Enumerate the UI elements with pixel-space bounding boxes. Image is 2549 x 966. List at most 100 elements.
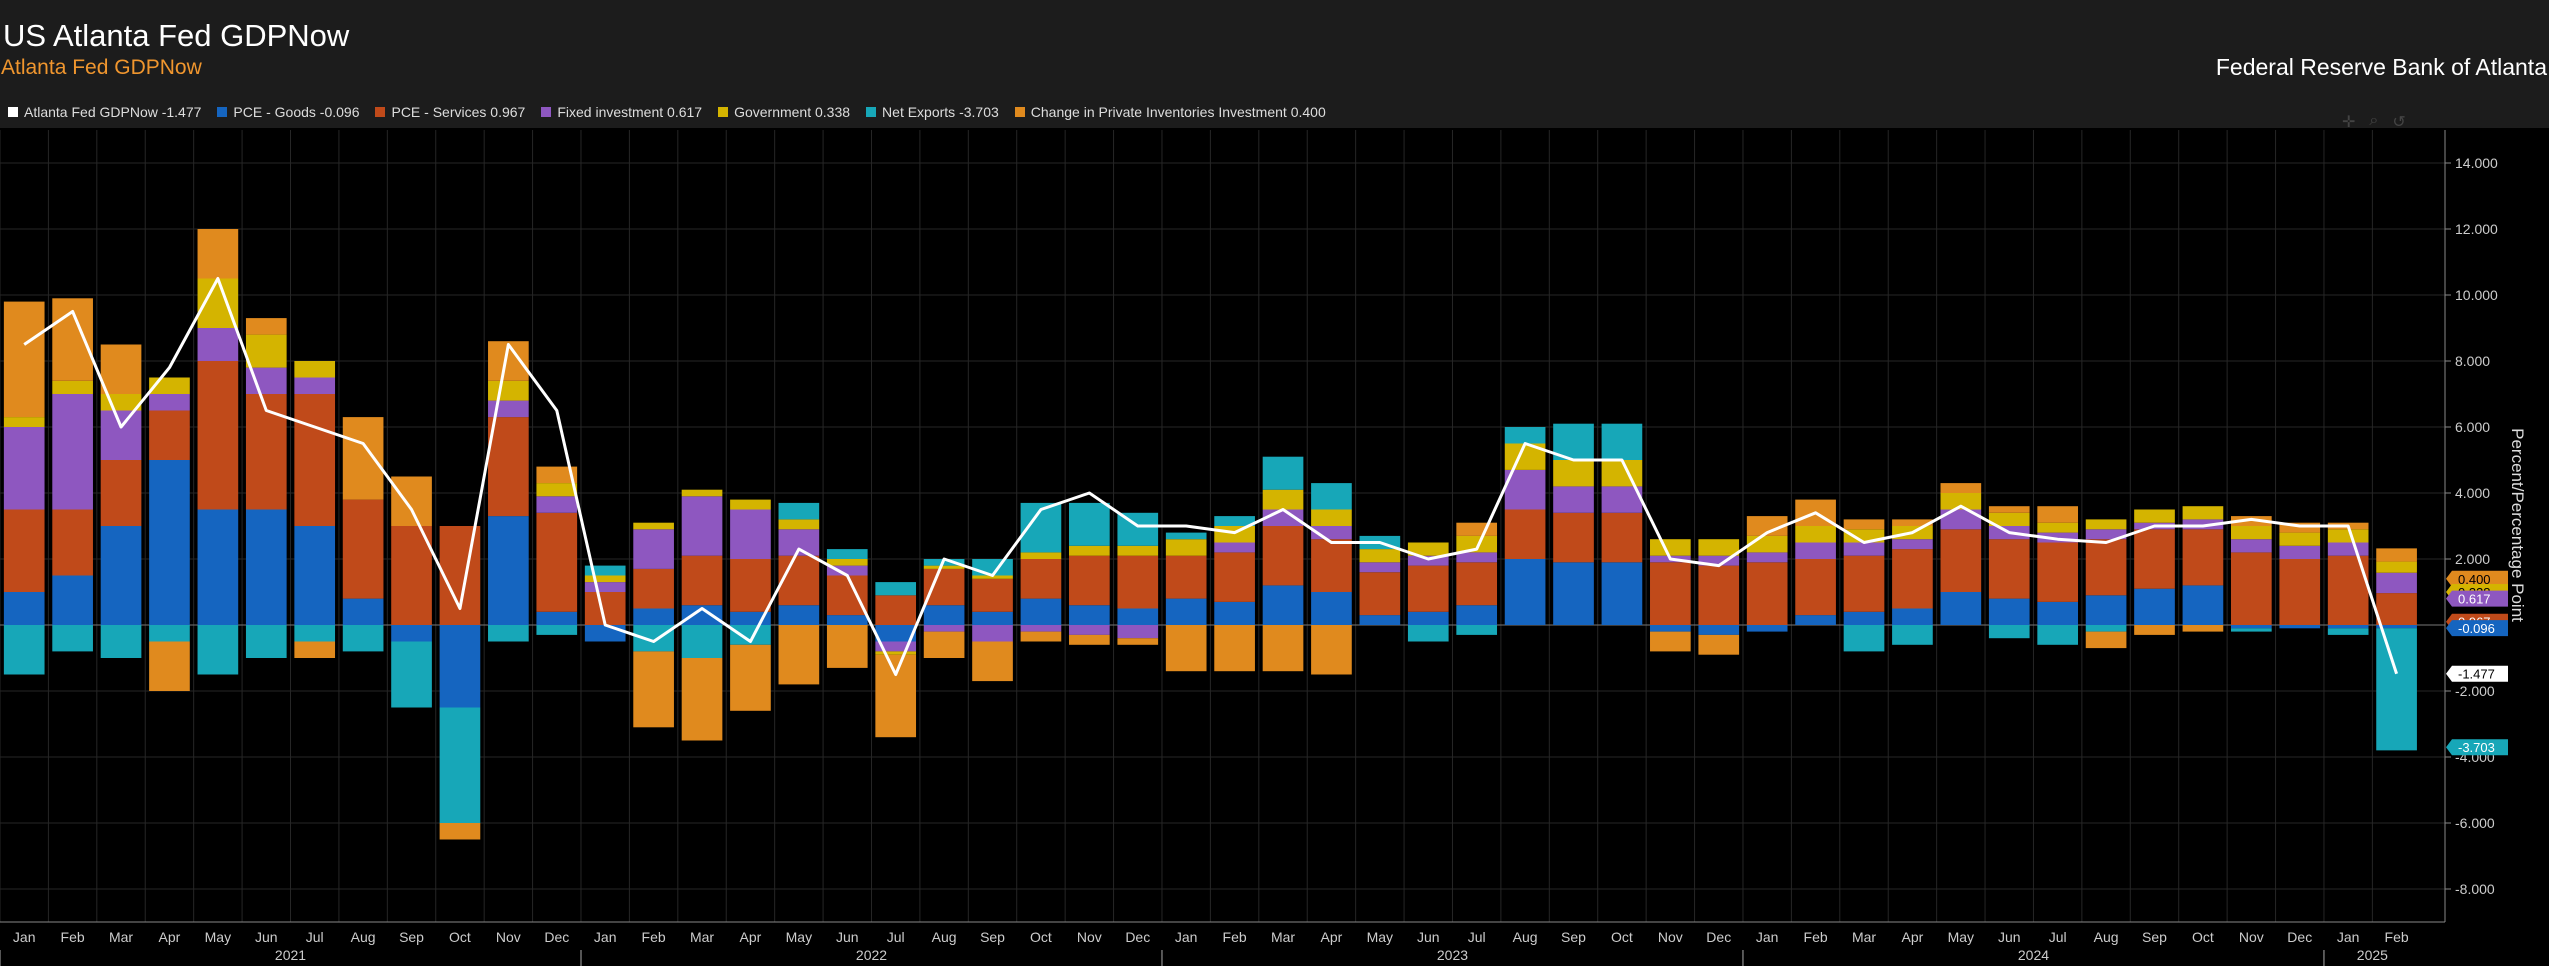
bar-segment	[149, 460, 190, 625]
x-tick-label: Jul	[306, 929, 324, 945]
bar-segment	[1214, 552, 1255, 602]
bar-segment	[1262, 489, 1304, 510]
y-tick-label: 4.000	[2455, 485, 2490, 501]
x-tick-label: Apr	[159, 929, 181, 945]
bar-segment	[2279, 625, 2321, 629]
bar-segment	[1843, 625, 1885, 652]
bar-segment	[1165, 539, 1207, 556]
bar-segment	[1165, 532, 1207, 540]
bar-segment	[52, 625, 93, 652]
bar-segment	[1746, 535, 1788, 553]
bar-segment	[1117, 545, 1159, 556]
bar-segment	[1940, 483, 1982, 493]
bar-segment	[875, 654, 917, 738]
bar-segment	[633, 608, 674, 625]
bar-segment	[2085, 595, 2127, 625]
value-flag-label: -3.703	[2458, 740, 2495, 755]
bar-segment	[1262, 585, 1304, 625]
x-tick-label: Jun	[836, 929, 859, 945]
bar-segment	[1117, 555, 1159, 609]
bar-segment	[294, 394, 336, 526]
bar-segment	[730, 509, 771, 559]
bar-segment	[536, 496, 578, 513]
bar-segment	[294, 377, 336, 394]
bar-segment	[826, 625, 868, 668]
bar-segment	[1407, 625, 1449, 642]
bar-segment	[1456, 625, 1498, 635]
bar-segment	[923, 565, 965, 569]
bar-segment	[52, 380, 93, 394]
bar-segment	[391, 476, 432, 526]
bar-segment	[2182, 585, 2224, 625]
bar-segment	[245, 318, 287, 335]
x-tick-label: Dec	[544, 929, 569, 945]
bar-segment	[294, 625, 336, 642]
bar-segment	[2327, 542, 2369, 556]
bar-segment	[1746, 562, 1788, 625]
bar-segment	[1214, 526, 1255, 543]
bar-segment	[488, 516, 529, 625]
bar-segment	[1262, 456, 1304, 490]
bar-segment	[1504, 509, 1546, 559]
bar-segment	[2134, 625, 2175, 635]
x-tick-label: Nov	[1077, 929, 1102, 945]
x-tick-label: Dec	[2287, 929, 2312, 945]
x-axis: Jan Feb Mar Apr May Jun Jul Aug Sep Oct Nov Dec Jan F…	[0, 921, 2445, 966]
y-tick-label: 10.000	[2455, 287, 2498, 303]
bar-segment	[1843, 555, 1885, 612]
bar-segment	[2182, 529, 2224, 586]
y-tick-label: 6.000	[2455, 419, 2490, 435]
gdpnow-chart: Jan Feb Mar Apr May Jun Jul Aug Sep Oct Nov Dec Jan F…	[0, 130, 2527, 966]
bar-segment	[1698, 634, 1740, 655]
y-tick-label: -8.000	[2455, 881, 2495, 897]
bar-segment	[52, 509, 93, 576]
bar-segment	[245, 625, 287, 658]
bar-segment	[3, 509, 45, 592]
bar-segment	[1407, 565, 1449, 612]
bar-segment	[1069, 605, 1110, 625]
bar-segment	[1359, 549, 1401, 563]
bar-segment	[1650, 625, 1691, 632]
x-tick-label: Oct	[449, 929, 471, 945]
bar-segment	[2231, 526, 2272, 540]
bar-segment	[1262, 625, 1304, 672]
bar-segment	[1940, 592, 1982, 625]
bar-segment	[2231, 628, 2272, 632]
bar-segment	[3, 427, 45, 510]
x-tick-label: Dec	[1706, 929, 1731, 945]
bar-segment	[923, 625, 965, 632]
y-tick-label: 14.000	[2455, 155, 2498, 171]
year-label: 2022	[856, 947, 887, 963]
bar-segment	[1988, 625, 2030, 639]
bar-segment	[1988, 598, 2030, 625]
bar-segment	[1795, 526, 1836, 543]
bar-segment	[1311, 483, 1352, 510]
year-label: 2025	[2357, 947, 2388, 963]
bar-segment	[778, 625, 820, 685]
bar-segment	[584, 575, 626, 583]
bar-segment	[197, 229, 239, 279]
bar-segment	[1698, 565, 1740, 625]
bar-segment	[2327, 625, 2369, 629]
bar-segment	[1456, 552, 1498, 563]
bar-segment	[1020, 631, 1062, 642]
bar-segment	[1117, 638, 1159, 645]
x-tick-label: Mar	[690, 929, 714, 945]
bar-segment	[1359, 615, 1401, 625]
y-tick-label: 12.000	[2455, 221, 2498, 237]
bar-segment	[1456, 562, 1498, 606]
bar-segment	[2231, 625, 2272, 629]
bar-segment	[633, 522, 674, 530]
x-tick-label: Sep	[980, 929, 1005, 945]
bar-segment	[1650, 539, 1691, 556]
bar-segment	[1795, 615, 1836, 625]
bar-segment	[342, 417, 384, 500]
bar-segment	[1553, 486, 1594, 513]
x-tick-label: Oct	[2192, 929, 2214, 945]
bar-segment	[1359, 562, 1401, 573]
bar-segment	[2376, 548, 2417, 562]
bar-segment	[730, 559, 771, 612]
x-tick-label: May	[786, 929, 812, 945]
x-tick-label: Aug	[1513, 929, 1538, 945]
bar-segment	[3, 301, 45, 418]
